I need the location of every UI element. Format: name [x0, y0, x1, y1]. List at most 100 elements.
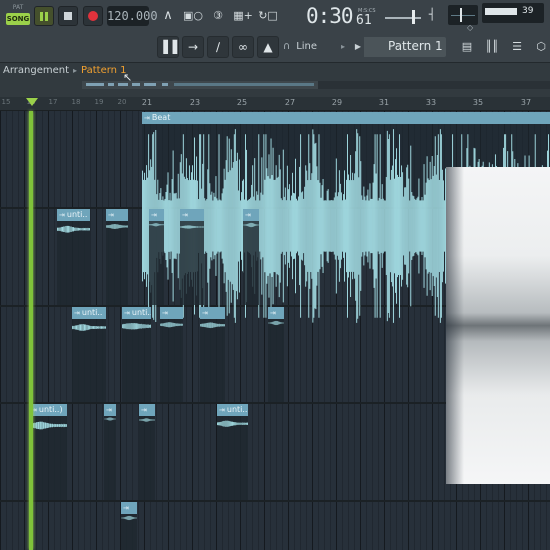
audio-clip[interactable]: [104, 404, 116, 500]
ruler-tick-label: 27: [284, 98, 296, 107]
pat-song-toggle[interactable]: PAT SONG: [6, 3, 30, 29]
countdown-icon[interactable]: ③: [207, 5, 229, 27]
clip-waveform: [29, 421, 67, 430]
clip-header[interactable]: [121, 502, 137, 514]
ruler-tick-label: 21: [141, 98, 153, 107]
brush-icon[interactable]: ∕: [207, 36, 229, 58]
clip-header[interactable]: unti..: [122, 307, 151, 319]
clip-waveform: [217, 420, 248, 427]
audio-clip[interactable]: unti..): [29, 404, 67, 500]
play-button[interactable]: [34, 6, 54, 26]
audio-clip[interactable]: [149, 209, 164, 305]
clip-header[interactable]: [139, 404, 155, 416]
overview-strip[interactable]: [82, 81, 318, 89]
breadcrumb-root[interactable]: Arrangement: [3, 65, 69, 76]
ruler-tick-label: 20: [117, 98, 127, 106]
audio-clip[interactable]: [243, 209, 259, 305]
clip-header[interactable]: unti..): [29, 404, 67, 416]
magnet-icon: ∩: [283, 41, 291, 52]
breadcrumb: Arrangement ▸ Pattern 1: [3, 65, 127, 76]
song-position-marker-icon[interactable]: [26, 98, 38, 106]
ruler-tick-label: 18: [71, 98, 81, 106]
tools-row: ▐▐ → ∕ ∞ ▲ ∩ Line ▸ ▶ Pattern 1 ▤ ║║ ☰ ⬡: [0, 32, 550, 82]
timeline-ruler[interactable]: 15 16 17 18 19 20 21 23 25 27 29 31 33 35 37: [0, 97, 550, 111]
audio-clip[interactable]: [106, 209, 128, 305]
wait-for-input-icon[interactable]: ▣○: [182, 5, 204, 27]
clip-waveform: [106, 223, 128, 230]
overview-scroll-area[interactable]: [318, 81, 550, 89]
audio-clip[interactable]: [268, 307, 284, 402]
clip-waveform: [72, 324, 106, 331]
time-display[interactable]: 0:30 M:S:CS 61: [306, 2, 376, 30]
audio-clip[interactable]: [121, 502, 137, 550]
ruler-tick-label: 37: [520, 98, 532, 107]
playhead[interactable]: [29, 111, 33, 550]
tempo-display[interactable]: 120.000: [107, 6, 158, 26]
breadcrumb-current[interactable]: Pattern 1: [81, 65, 127, 76]
ruler-tick-label: 35: [472, 98, 484, 107]
lane-separator: [0, 500, 550, 502]
link-icon[interactable]: ∞: [232, 36, 254, 58]
ruler-tick-label: 29: [331, 98, 343, 107]
loop-record-icon[interactable]: ↻□: [257, 5, 279, 27]
clip-waveform: [180, 225, 204, 229]
clip-header[interactable]: unti..: [217, 404, 248, 416]
clip-waveform: [104, 417, 116, 421]
audio-clip[interactable]: unti..: [217, 404, 248, 500]
arrow-right-icon[interactable]: →: [182, 36, 204, 58]
playlist-icon[interactable]: ▤: [456, 36, 478, 58]
audio-clip[interactable]: [200, 307, 225, 402]
clip-header[interactable]: [149, 209, 164, 221]
pattern-selector-label: Pattern 1: [388, 39, 443, 53]
clip-waveform: [122, 322, 151, 330]
clip-header[interactable]: unti..: [57, 209, 90, 221]
clip-header[interactable]: Beat: [142, 112, 550, 124]
clip-header[interactable]: [160, 307, 183, 319]
audio-clip[interactable]: [180, 209, 204, 305]
audio-clip[interactable]: [139, 404, 155, 500]
audio-clip[interactable]: unti..: [72, 307, 106, 402]
audio-clip[interactable]: unti..: [122, 307, 151, 402]
pitch-icon[interactable]: ┤: [425, 4, 439, 26]
master-volume-slider[interactable]: [385, 4, 425, 26]
plugin-icon[interactable]: ⬡: [530, 36, 550, 58]
clip-waveform: [268, 320, 284, 326]
ruler-tick-label: 33: [425, 98, 437, 107]
ruler-tick-label: 19: [94, 98, 104, 106]
clip-header[interactable]: [180, 209, 204, 221]
hat-icon[interactable]: ▲: [257, 36, 279, 58]
audio-clip[interactable]: unti..: [57, 209, 90, 305]
transport-row: PAT SONG 120.000 ∧ ▣○ ③ ▦+ ↻□ 0:30 M:S:C…: [0, 0, 550, 32]
snap-label: Line: [296, 41, 318, 52]
slider-knob[interactable]: [412, 10, 415, 24]
pattern-selector[interactable]: ▶ Pattern 1: [352, 37, 446, 57]
audio-clip[interactable]: [160, 307, 183, 402]
clip-header[interactable]: [243, 209, 259, 221]
clip-header[interactable]: [104, 404, 116, 416]
time-centiseconds: 61: [356, 13, 372, 28]
stop-button[interactable]: [58, 6, 78, 26]
ruler-tick-label: 23: [189, 98, 201, 107]
mixer-icon[interactable]: ☰: [506, 36, 528, 58]
pause-icon: [40, 11, 48, 21]
clip-waveform: [200, 322, 225, 329]
piano-roll-icon[interactable]: ▐▐: [157, 36, 179, 58]
clip-header[interactable]: [268, 307, 284, 319]
diamond-icon: ◇: [467, 23, 474, 32]
metronome-icon[interactable]: ∧: [157, 5, 179, 27]
time-main: 0:30: [306, 4, 354, 28]
clip-header[interactable]: unti..: [72, 307, 106, 319]
clip-header[interactable]: [106, 209, 128, 221]
blurred-overlay-image: [446, 167, 550, 484]
clip-waveform: [139, 418, 155, 422]
record-icon: [88, 11, 98, 21]
record-button[interactable]: [83, 6, 103, 26]
clip-header[interactable]: [200, 307, 225, 319]
clip-waveform: [243, 222, 259, 228]
channel-rack-icon[interactable]: ║║: [481, 36, 503, 58]
play-triangle-icon: ▶: [352, 37, 364, 57]
clip-waveform: [160, 322, 183, 328]
snap-selector[interactable]: ∩ Line ▸: [283, 38, 345, 56]
step-edit-icon[interactable]: ▦+: [232, 5, 254, 27]
oscilloscope: [448, 5, 478, 25]
